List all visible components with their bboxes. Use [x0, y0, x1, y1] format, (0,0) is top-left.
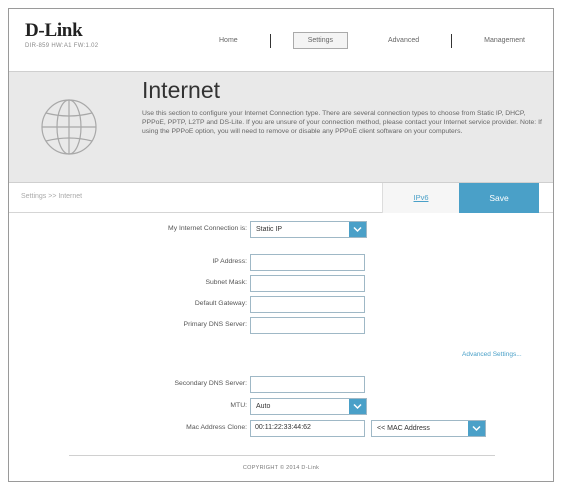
mtu-value: Auto — [256, 403, 271, 410]
subnet-mask-label: Subnet Mask: — [205, 279, 247, 286]
nav-home[interactable]: Home — [209, 33, 248, 48]
mac-address-input[interactable]: 00:11:22:33:44:62 — [250, 420, 365, 437]
page-banner: Internet Use this section to configure y… — [9, 71, 553, 183]
mtu-select[interactable]: Auto — [250, 398, 367, 415]
ipv6-link[interactable]: IPv6 — [382, 183, 459, 213]
nav-management[interactable]: Management — [474, 33, 535, 48]
subnet-mask-input[interactable] — [250, 275, 365, 292]
nav-divider — [451, 33, 453, 48]
save-button[interactable]: Save — [459, 183, 539, 213]
nav-divider — [269, 33, 271, 48]
default-gateway-row: Default Gateway: — [9, 296, 553, 313]
device-model: DIR-859 HW:A1 FW:1.02 — [25, 43, 99, 49]
default-gateway-label: Default Gateway: — [194, 300, 247, 307]
copyright: COPYRIGHT © 2014 D-Link — [242, 465, 320, 471]
footer-divider — [69, 455, 495, 456]
globe-icon — [41, 99, 97, 155]
secondary-dns-input[interactable] — [250, 376, 365, 393]
router-admin-page: D-Link DIR-859 HW:A1 FW:1.02 Home Settin… — [8, 8, 554, 482]
mtu-row: MTU: Auto — [9, 398, 553, 415]
connection-type-label: My Internet Connection is: — [168, 225, 247, 232]
mtu-label: MTU: — [230, 402, 247, 409]
advanced-settings-link[interactable]: Advanced Settings... — [462, 351, 522, 358]
main-nav: Home Settings Advanced Management — [209, 32, 535, 49]
primary-dns-input[interactable] — [250, 317, 365, 334]
ip-address-row: IP Address: — [9, 254, 553, 271]
brand-name: D-Link — [25, 20, 83, 41]
default-gateway-input[interactable] — [250, 296, 365, 313]
ip-address-label: IP Address: — [212, 258, 247, 265]
page-title: Internet — [142, 77, 220, 103]
nav-settings[interactable]: Settings — [292, 32, 348, 49]
nav-advanced[interactable]: Advanced — [378, 33, 429, 48]
ip-address-input[interactable] — [250, 254, 365, 271]
chevron-down-icon[interactable] — [349, 222, 366, 237]
primary-dns-label: Primary DNS Server: — [183, 321, 247, 328]
breadcrumb-bar: Settings >> Internet IPv6 Save — [9, 183, 553, 213]
top-header: D-Link DIR-859 HW:A1 FW:1.02 Home Settin… — [9, 9, 553, 71]
connection-type-value: Static IP — [256, 226, 283, 233]
secondary-dns-label: Secondary DNS Server: — [174, 380, 247, 387]
brand-logo: D-Link DIR-859 HW:A1 FW:1.02 — [25, 20, 99, 50]
secondary-dns-row: Secondary DNS Server: — [9, 376, 553, 393]
subnet-mask-row: Subnet Mask: — [9, 275, 553, 292]
mac-address-select[interactable]: << MAC Address — [371, 420, 486, 437]
breadcrumb: Settings >> Internet — [21, 193, 83, 200]
page-description: Use this section to configure your Inter… — [142, 110, 542, 136]
mac-address-select-value: << MAC Address — [377, 425, 430, 432]
primary-dns-row: Primary DNS Server: — [9, 317, 553, 334]
connection-type-select[interactable]: Static IP — [250, 221, 367, 238]
connection-type-row: My Internet Connection is: Static IP — [9, 221, 553, 238]
chevron-down-icon[interactable] — [468, 421, 485, 436]
chevron-down-icon[interactable] — [349, 399, 366, 414]
mac-clone-row: Mac Address Clone: 00:11:22:33:44:62 << … — [9, 420, 553, 437]
mac-clone-label: Mac Address Clone: — [186, 424, 247, 431]
